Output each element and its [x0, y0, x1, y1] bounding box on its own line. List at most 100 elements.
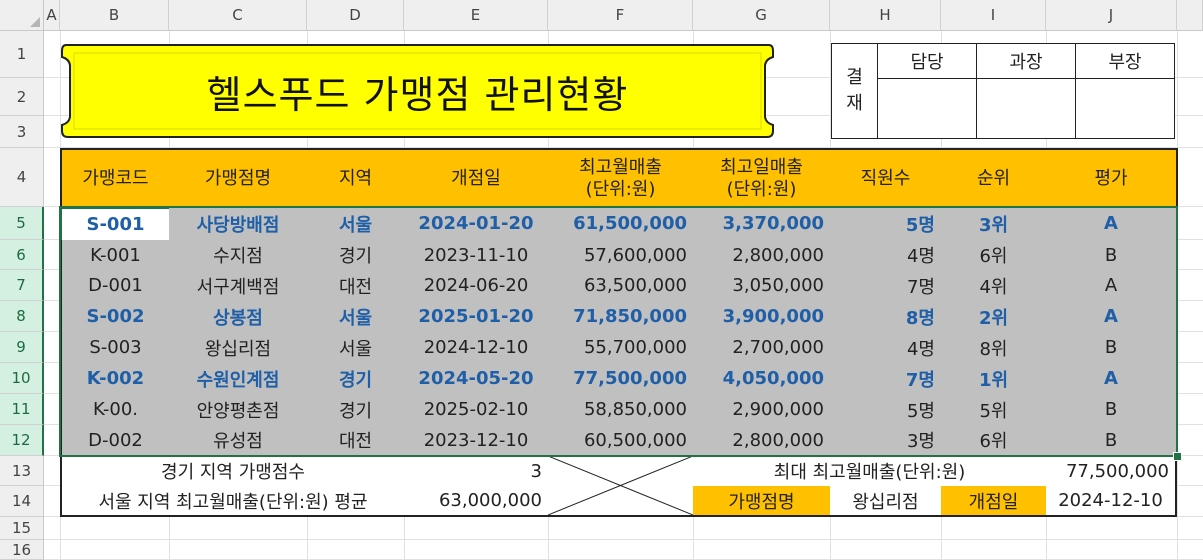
cell-grade[interactable]: B [1046, 394, 1178, 426]
column-header-I[interactable]: I [941, 0, 1046, 31]
approval-sign-director[interactable] [1075, 78, 1175, 139]
lookup-date-label[interactable]: 개점일 [941, 486, 1047, 517]
cell-staff[interactable]: 5명 [830, 394, 942, 426]
cell-month[interactable]: 57,600,000 [548, 240, 694, 271]
row-header-14[interactable]: 14 [0, 486, 44, 517]
row-header-3[interactable]: 3 [0, 116, 44, 148]
max-sales-value[interactable]: 77,500,000 [1046, 456, 1177, 487]
cell-day[interactable]: 3,370,000 [693, 207, 831, 241]
cell-grade[interactable]: A [1046, 270, 1178, 302]
column-title-day[interactable]: 최고일매출 (단위:원) [693, 148, 831, 208]
cell-name[interactable]: 상봉점 [169, 301, 308, 333]
row-header-2[interactable]: 2 [0, 78, 44, 116]
cell-day[interactable]: 2,800,000 [693, 240, 831, 271]
cell-month[interactable]: 63,500,000 [548, 270, 694, 302]
cell-staff[interactable]: 3명 [830, 425, 942, 457]
column-header-B[interactable]: B [60, 0, 169, 31]
cell-open[interactable]: 2025-01-20 [404, 301, 549, 333]
column-title-name[interactable]: 가맹점명 [169, 148, 308, 208]
column-header-F[interactable]: F [548, 0, 693, 31]
cell-name[interactable]: 수원인계점 [169, 363, 308, 395]
cell-staff[interactable]: 4명 [830, 240, 942, 271]
lookup-name-label[interactable]: 가맹점명 [693, 486, 831, 517]
cell-staff[interactable]: 8명 [830, 301, 942, 333]
cell-code[interactable]: K-002 [60, 363, 170, 395]
column-title-code[interactable]: 가맹코드 [60, 148, 170, 208]
cell-month[interactable]: 71,850,000 [548, 301, 694, 333]
cell-rank[interactable]: 3위 [941, 207, 1047, 241]
max-sales-label[interactable]: 최대 최고월매출(단위:원) [693, 456, 1047, 487]
cell-code[interactable]: S-001 [60, 207, 170, 241]
cell-open[interactable]: 2024-01-20 [404, 207, 549, 241]
cell-grade[interactable]: A [1046, 301, 1178, 333]
cell-code[interactable]: K-001 [60, 240, 170, 271]
cell-rank[interactable]: 1위 [941, 363, 1047, 395]
column-header-G[interactable]: G [693, 0, 830, 31]
cell-code[interactable]: S-002 [60, 301, 170, 333]
cell-staff[interactable]: 7명 [830, 363, 942, 395]
column-title-rank[interactable]: 순위 [941, 148, 1047, 208]
cell-name[interactable]: 수지점 [169, 240, 308, 271]
cell-staff[interactable]: 5명 [830, 207, 942, 241]
cell-grade[interactable]: B [1046, 240, 1178, 271]
approval-sign-manager[interactable] [976, 78, 1076, 139]
cell-rank[interactable]: 2위 [941, 301, 1047, 333]
cell-month[interactable]: 60,500,000 [548, 425, 694, 457]
cell-region[interactable]: 대전 [307, 425, 405, 457]
column-header-D[interactable]: D [307, 0, 404, 31]
cell-month[interactable]: 58,850,000 [548, 394, 694, 426]
cell-open[interactable]: 2024-05-20 [404, 363, 549, 395]
cell-rank[interactable]: 6위 [941, 425, 1047, 457]
lookup-name-value[interactable]: 왕십리점 [830, 486, 942, 517]
row-header-10[interactable]: 10 [0, 363, 44, 394]
seoul-avg-value[interactable]: 63,000,000 [404, 486, 549, 517]
row-header-12[interactable]: 12 [0, 425, 44, 456]
cell-grade[interactable]: A [1046, 363, 1178, 395]
row-header-4[interactable]: 4 [0, 148, 44, 207]
cell-code[interactable]: D-001 [60, 270, 170, 302]
cell-open[interactable]: 2024-12-10 [404, 332, 549, 364]
seoul-avg-label[interactable]: 서울 지역 최고월매출(단위:원) 평균 [60, 486, 405, 517]
cell-region[interactable]: 서울 [307, 301, 405, 333]
cell-day[interactable]: 3,900,000 [693, 301, 831, 333]
cell-rank[interactable]: 5위 [941, 394, 1047, 426]
cell-open[interactable]: 2025-02-10 [404, 394, 549, 426]
cell-region[interactable]: 서울 [307, 207, 405, 241]
cell-open[interactable]: 2024-06-20 [404, 270, 549, 302]
column-title-staff[interactable]: 직원수 [830, 148, 942, 208]
cell-day[interactable]: 3,050,000 [693, 270, 831, 302]
cell-code[interactable]: K-00. [60, 394, 170, 426]
cell-name[interactable]: 안양평촌점 [169, 394, 308, 426]
cell-grade[interactable]: B [1046, 332, 1178, 364]
gyeonggi-count-value[interactable]: 3 [404, 456, 549, 487]
cell-open[interactable]: 2023-11-10 [404, 240, 549, 271]
approval-sign-staff[interactable] [877, 78, 977, 139]
cell-code[interactable]: D-002 [60, 425, 170, 457]
cell-day[interactable]: 2,900,000 [693, 394, 831, 426]
column-title-open[interactable]: 개점일 [404, 148, 549, 208]
cell-rank[interactable]: 8위 [941, 332, 1047, 364]
column-header-J[interactable]: J [1046, 0, 1177, 31]
row-header-15[interactable]: 15 [0, 517, 44, 540]
row-header-6[interactable]: 6 [0, 240, 44, 270]
select-all-corner[interactable] [0, 0, 44, 31]
lookup-date-value[interactable]: 2024-12-10 [1046, 486, 1177, 517]
row-header-7[interactable]: 7 [0, 270, 44, 301]
cell-code[interactable]: S-003 [60, 332, 170, 364]
cell-rank[interactable]: 4위 [941, 270, 1047, 302]
empty-crossed-cell[interactable] [548, 456, 694, 517]
cell-month[interactable]: 55,700,000 [548, 332, 694, 364]
row-header-11[interactable]: 11 [0, 394, 44, 425]
cell-month[interactable]: 77,500,000 [548, 363, 694, 395]
row-header-13[interactable]: 13 [0, 456, 44, 486]
row-header-5[interactable]: 5 [0, 207, 44, 240]
cell-name[interactable]: 서구계백점 [169, 270, 308, 302]
column-header-E[interactable]: E [404, 0, 548, 31]
column-title-month[interactable]: 최고월매출 (단위:원) [548, 148, 694, 208]
cell-region[interactable]: 경기 [307, 394, 405, 426]
cell-region[interactable]: 대전 [307, 270, 405, 302]
column-header-H[interactable]: H [830, 0, 941, 31]
cell-day[interactable]: 4,050,000 [693, 363, 831, 395]
column-header-C[interactable]: C [169, 0, 307, 31]
row-header-9[interactable]: 9 [0, 332, 44, 363]
